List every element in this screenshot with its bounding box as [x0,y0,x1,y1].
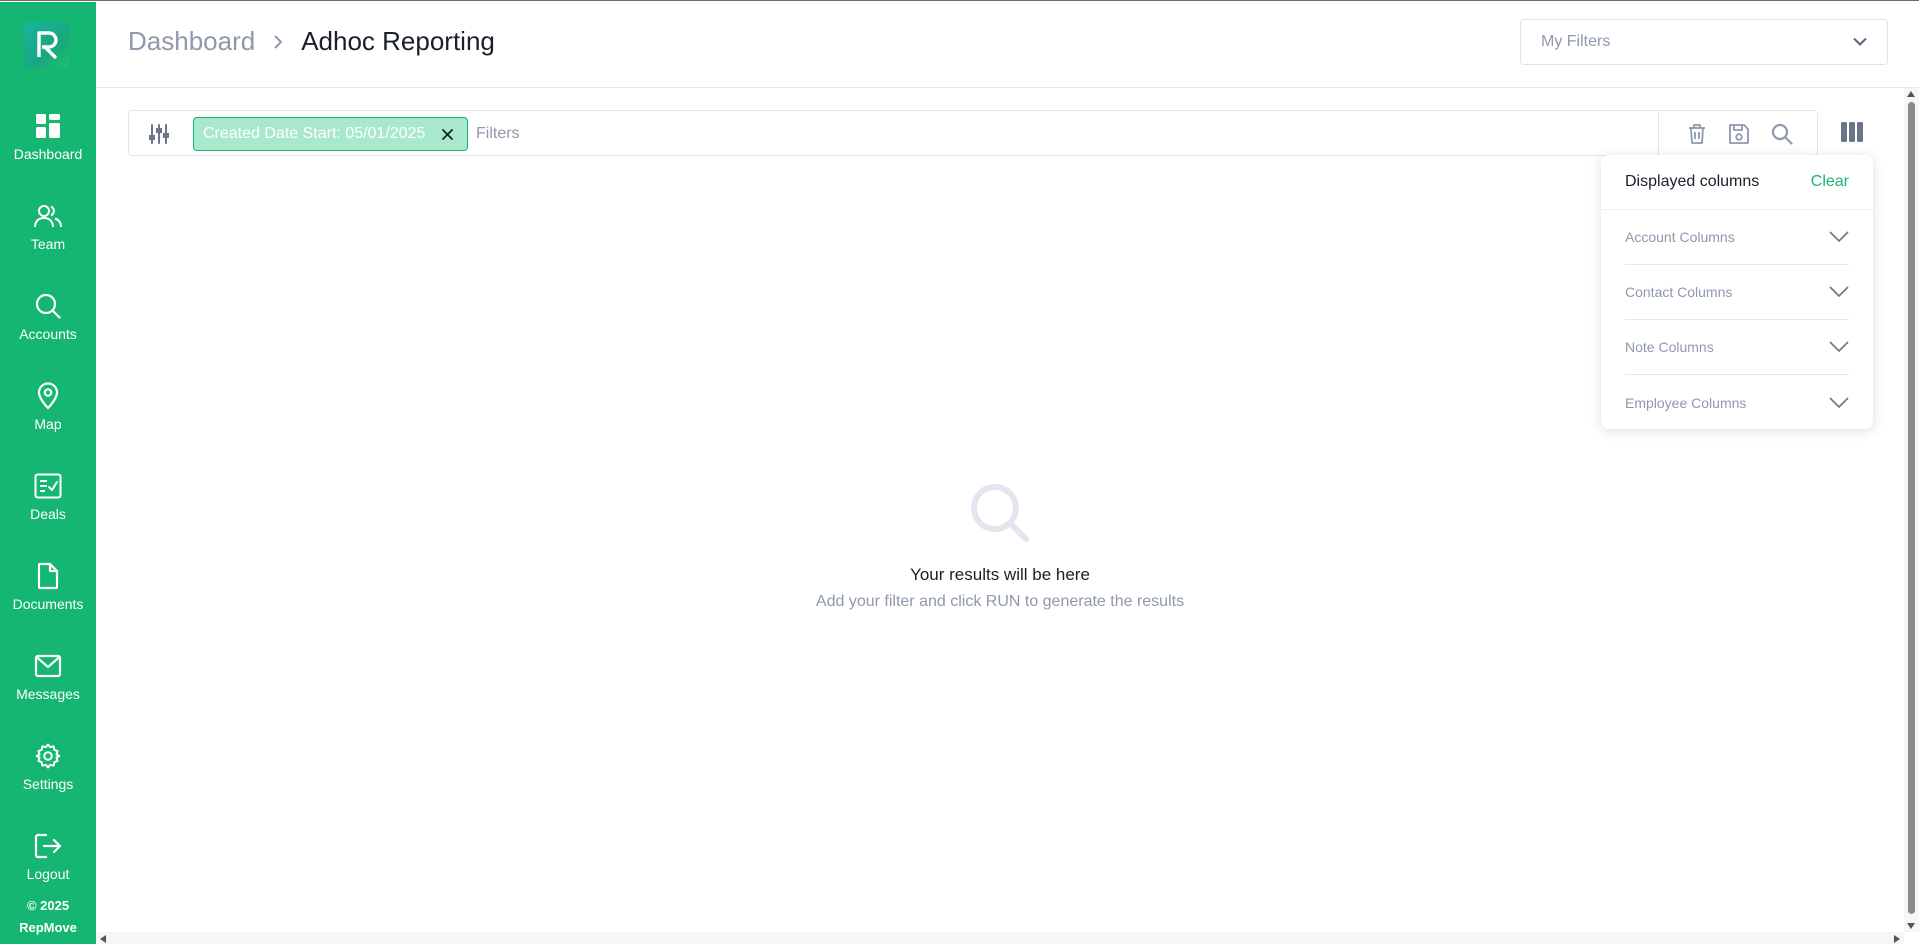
sidebar-item-messages[interactable]: Messages [0,632,96,722]
sidebar-item-label: Team [30,236,66,252]
column-group-account[interactable]: Account Columns [1625,210,1849,265]
panel-header: Displayed columns Clear [1625,155,1849,209]
search-icon [34,292,62,320]
column-group-contact[interactable]: Contact Columns [1625,265,1849,320]
page-header: Dashboard Adhoc Reporting My Filters [96,2,1919,88]
sidebar-item-label: Accounts [19,326,77,342]
displayed-columns-panel: Displayed columns Clear Account Columns … [1601,155,1873,429]
page-title: Adhoc Reporting [301,26,495,56]
column-group-employee[interactable]: Employee Columns [1625,375,1849,430]
filter-settings-icon[interactable] [147,122,171,146]
column-group-note[interactable]: Note Columns [1625,320,1849,375]
map-pin-icon [34,382,62,410]
columns-toggle-icon[interactable] [1838,118,1866,146]
chevron-right-icon [273,34,283,49]
copyright: © 2025 RepMove [0,895,96,939]
filter-bar-divider [1658,111,1659,155]
panel-title: Displayed columns [1625,173,1760,190]
scroll-down-icon[interactable] [1907,923,1915,929]
app-window: Dashboard Team Accounts Map Deals Docume… [0,0,1919,944]
horizontal-scrollbar[interactable] [96,932,1904,944]
chevron-down-icon [1829,284,1849,300]
logout-icon [34,832,62,860]
filter-bar: Created Date Start: 05/01/2025 [128,110,1818,156]
app-logo[interactable] [24,22,70,68]
sidebar-item-deals[interactable]: Deals [0,452,96,542]
save-icon[interactable] [1727,122,1751,146]
chevron-down-icon [1829,339,1849,355]
sidebar-item-dashboard[interactable]: Dashboard [0,92,96,182]
copyright-year: © 2025 [26,898,70,913]
sidebar-item-settings[interactable]: Settings [0,722,96,812]
sidebar-item-map[interactable]: Map [0,362,96,452]
column-group-label: Account Columns [1625,229,1735,245]
team-icon [34,202,62,230]
sidebar-item-label: Map [34,416,62,432]
filters-input[interactable] [476,119,1576,149]
document-icon [34,562,62,590]
chevron-down-icon [1853,33,1867,51]
breadcrumb: Dashboard Adhoc Reporting [128,26,495,57]
sidebar-nav: Dashboard Team Accounts Map Deals Docume… [0,92,96,902]
scroll-right-icon[interactable] [1894,935,1900,943]
breadcrumb-dashboard-link[interactable]: Dashboard [128,26,255,57]
mail-icon [34,652,62,680]
empty-state-title: Your results will be here [910,565,1090,584]
chevron-down-icon [1829,395,1849,411]
dashboard-icon [34,112,62,140]
sidebar-item-accounts[interactable]: Accounts [0,272,96,362]
sidebar-item-label: Settings [22,776,74,792]
close-icon[interactable] [439,126,455,142]
scroll-left-icon[interactable] [100,935,106,943]
clear-columns-button[interactable]: Clear [1811,173,1849,191]
trash-icon[interactable] [1685,122,1709,146]
column-groups-list: Account Columns Contact Columns Note Col… [1625,210,1849,430]
gear-icon [34,742,62,770]
scroll-up-icon[interactable] [1907,91,1915,97]
sidebar: Dashboard Team Accounts Map Deals Docume… [0,2,96,944]
empty-state-subtitle: Add your filter and click RUN to generat… [815,593,1185,610]
sidebar-item-label: Logout [26,866,70,882]
sidebar-item-logout[interactable]: Logout [0,812,96,902]
filter-chip-label: Created Date Start: 05/01/2025 [203,125,426,142]
vertical-scrollbar[interactable] [1904,88,1919,932]
copyright-name: RepMove [19,920,77,935]
search-icon[interactable] [1770,122,1794,146]
deals-icon [34,472,62,500]
column-group-label: Contact Columns [1625,284,1733,300]
sidebar-item-documents[interactable]: Documents [0,542,96,632]
sidebar-item-label: Deals [30,506,66,522]
column-group-label: Note Columns [1625,339,1714,355]
logo-r-icon [37,31,58,59]
chevron-down-icon [1829,229,1849,245]
empty-state: Your results will be here Add your filte… [760,481,1240,611]
vertical-scroll-thumb[interactable] [1908,102,1915,914]
sidebar-item-label: Documents [12,596,84,612]
filter-chip-created-date[interactable]: Created Date Start: 05/01/2025 [193,117,469,151]
my-filters-dropdown[interactable]: My Filters [1520,19,1888,65]
search-placeholder-icon [968,481,1032,545]
my-filters-label: My Filters [1541,33,1611,50]
sidebar-item-team[interactable]: Team [0,182,96,272]
sidebar-item-label: Messages [16,686,80,702]
column-group-label: Employee Columns [1625,394,1747,411]
sidebar-item-label: Dashboard [13,146,83,162]
